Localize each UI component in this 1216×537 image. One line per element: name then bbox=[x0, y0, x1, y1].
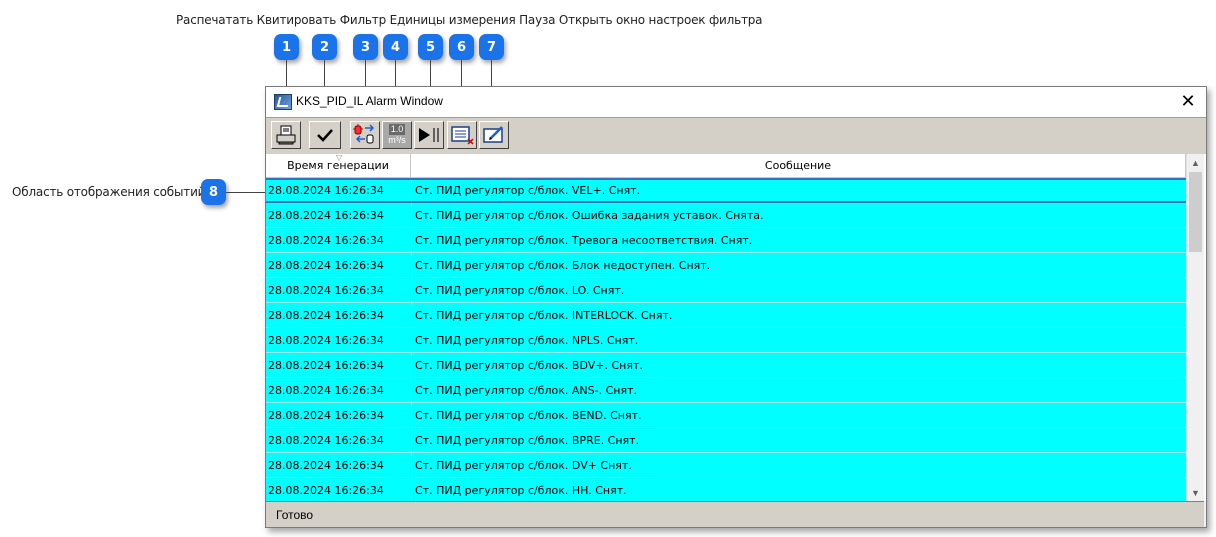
print-button[interactable] bbox=[271, 121, 301, 149]
status-text: Готово bbox=[276, 508, 314, 522]
sort-indicator-icon: ▽ bbox=[336, 154, 343, 162]
report-button[interactable] bbox=[447, 121, 477, 149]
table-row[interactable]: 28.08.2024 16:26:34 Ст. ПИД регулятор с/б… bbox=[266, 453, 1186, 478]
title-bar[interactable]: KKS_PID_IL Alarm Window ✕ bbox=[266, 87, 1206, 117]
checkmark-icon bbox=[317, 129, 333, 142]
status-bar: Готово bbox=[266, 501, 1204, 527]
toolbar: 1.0 m³/s bbox=[266, 117, 1206, 155]
scroll-thumb[interactable] bbox=[1189, 172, 1202, 252]
table-row[interactable]: 28.08.2024 16:26:34 Ст. ПИД регулятор с/б… bbox=[266, 278, 1186, 303]
callout-badge-8: 8 bbox=[201, 179, 226, 205]
acknowledge-button[interactable] bbox=[309, 121, 341, 149]
alarm-filter-icon bbox=[353, 124, 375, 144]
units-button[interactable]: 1.0 m³/s bbox=[382, 121, 412, 149]
list-report-icon bbox=[451, 126, 474, 145]
printer-icon bbox=[276, 125, 296, 145]
table-row[interactable]: 28.08.2024 16:26:34 Ст. ПИД регулятор с/б… bbox=[266, 403, 1186, 428]
table-row[interactable]: 28.08.2024 16:26:34 Ст. ПИД регулятор с/б… bbox=[266, 353, 1186, 378]
table-row[interactable]: 28.08.2024 16:26:34 Ст. ПИД регулятор с/б… bbox=[266, 303, 1186, 328]
scroll-down-icon[interactable]: ▼ bbox=[1187, 484, 1204, 501]
callout-badge-4: 4 bbox=[383, 34, 408, 60]
events-grid: ▽ Время генерации Сообщение 28.08.2024 1… bbox=[266, 154, 1206, 501]
callout-badge-7: 7 bbox=[479, 34, 504, 60]
scroll-up-icon[interactable]: ▲ bbox=[1187, 154, 1204, 171]
table-row[interactable]: 28.08.2024 16:26:34 Ст. ПИД регулятор с/б… bbox=[266, 428, 1186, 453]
pause-button[interactable] bbox=[414, 121, 444, 149]
event-rows: 28.08.2024 16:26:34 Ст. ПИД регулятор с/б… bbox=[266, 178, 1186, 501]
callout-badge-6: 6 bbox=[449, 34, 474, 60]
close-button[interactable]: ✕ bbox=[1178, 91, 1198, 111]
events-area-label: Область отображения событий bbox=[12, 185, 206, 199]
window-title: KKS_PID_IL Alarm Window bbox=[296, 94, 443, 108]
table-row[interactable]: 28.08.2024 16:26:34 Ст. ПИД регулятор с/б… bbox=[266, 178, 1186, 203]
units-value: 1.0 bbox=[388, 124, 406, 135]
table-row[interactable]: 28.08.2024 16:26:34 Ст. ПИД регулятор с/б… bbox=[266, 478, 1186, 501]
filter-button[interactable] bbox=[350, 121, 380, 149]
filter-settings-button[interactable] bbox=[479, 121, 509, 149]
app-icon bbox=[274, 94, 292, 110]
callout-labels: Распечатать Квитировать Фильтр Единицы и… bbox=[176, 13, 763, 27]
play-pause-icon bbox=[419, 128, 439, 142]
callout-badge-2: 2 bbox=[312, 34, 337, 60]
table-row[interactable]: 28.08.2024 16:26:34 Ст. ПИД регулятор с/б… bbox=[266, 203, 1186, 228]
callout-badge-5: 5 bbox=[418, 34, 443, 60]
table-row[interactable]: 28.08.2024 16:26:34 Ст. ПИД регулятор с/б… bbox=[266, 228, 1186, 253]
alarm-window: KKS_PID_IL Alarm Window ✕ 1.0 m³/s ▽ Вре… bbox=[265, 86, 1207, 528]
table-row[interactable]: 28.08.2024 16:26:34 Ст. ПИД регулятор с/б… bbox=[266, 328, 1186, 353]
table-row[interactable]: 28.08.2024 16:26:34 Ст. ПИД регулятор с/б… bbox=[266, 253, 1186, 278]
vertical-scrollbar[interactable]: ▲ ▼ bbox=[1186, 154, 1204, 501]
edit-settings-icon bbox=[483, 126, 503, 143]
grid-header: ▽ Время генерации Сообщение bbox=[266, 154, 1186, 178]
column-header-message[interactable]: Сообщение bbox=[411, 154, 1186, 177]
leader-line-8 bbox=[226, 192, 268, 193]
callout-badge-3: 3 bbox=[353, 34, 378, 60]
table-row[interactable]: 28.08.2024 16:26:34 Ст. ПИД регулятор с/б… bbox=[266, 378, 1186, 403]
column-header-time[interactable]: ▽ Время генерации bbox=[266, 154, 411, 177]
units-label: m³/s bbox=[388, 135, 406, 145]
callout-badge-1: 1 bbox=[274, 34, 299, 60]
